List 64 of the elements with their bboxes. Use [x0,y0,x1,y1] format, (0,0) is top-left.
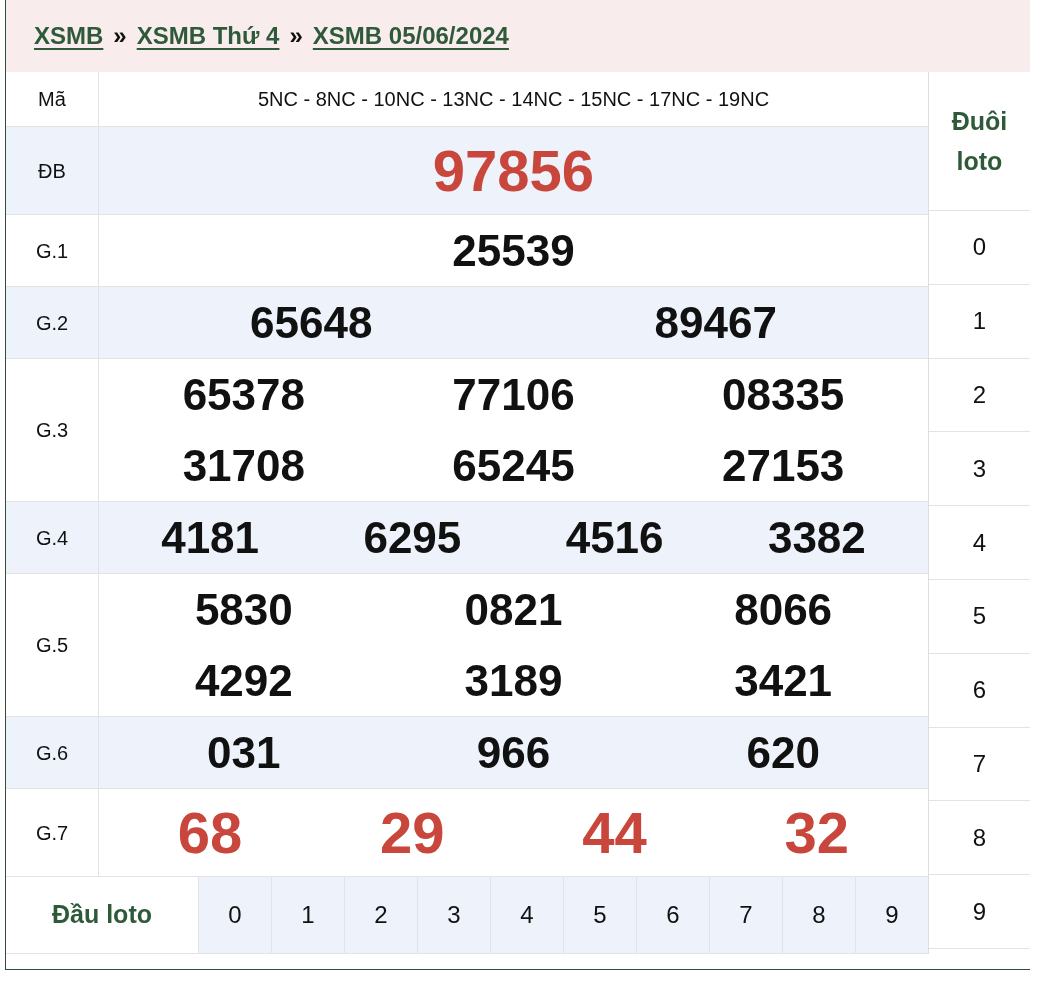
head-digit: 2 [344,877,417,953]
tail-digit: 8 [972,822,987,853]
prize-label: G.2 [6,287,99,358]
code-value: 5NC - 8NC - 10NC - 13NC - 14NC - 15NC - 17NC - 19NC [256,87,771,112]
prize-label: G.1 [6,215,99,286]
prize-number: 89467 [654,297,777,349]
prize-number: 65245 [452,440,575,492]
prize-label: G.6 [6,717,99,788]
tail-digit: 4 [972,527,987,558]
prize-number: 65648 [250,297,373,349]
head-digit: 5 [563,877,636,953]
head-digit: 3 [417,877,490,953]
breadcrumb-separator: » [289,21,303,51]
prize-label: ĐB [6,127,99,214]
prize-label: G.5 [6,574,99,716]
breadcrumb-separator: » [113,21,127,51]
prize-number: 25539 [452,225,575,277]
head-digit: 8 [782,877,855,953]
breadcrumb-link[interactable]: XSMB 05/06/2024 [312,18,509,54]
prize-number: 031 [207,727,281,779]
prize-number: 32 [784,799,850,867]
prize-number: 3421 [734,655,833,707]
prize-number: 31708 [182,440,305,492]
head-digit: 4 [490,877,563,953]
breadcrumb-link[interactable]: XSMB Thứ 4 [136,18,280,54]
head-digit: 1 [271,877,344,953]
head-digit: 7 [709,877,782,953]
prize-number: 08335 [721,369,845,421]
prize-label: G.3 [6,359,99,501]
tail-digit: 2 [972,380,987,410]
prize-number: 4181 [161,512,260,564]
prize-number: 65378 [182,369,305,421]
tail-digit: 9 [972,896,987,927]
prize-label: G.4 [6,502,99,573]
tail-digit: 7 [972,748,987,779]
prize-number: 27153 [721,440,845,492]
prize-number: 620 [746,727,820,779]
prize-number: 6295 [363,512,462,564]
prize-number: 68 [177,799,243,867]
prize-number: 4516 [565,512,664,564]
tail-digit: 3 [972,453,987,484]
prize-number: 77106 [452,369,575,421]
tail-digit: 6 [972,675,987,706]
breadcrumb-link[interactable]: XSMB [34,18,104,54]
prize-number: 29 [380,799,445,867]
prize-number: 4292 [194,655,293,707]
head-loto-label: Đầu loto [51,899,153,931]
prize-number: 44 [582,799,647,867]
tail-loto-label: Đuôi loto [950,106,1009,177]
code-label: Mã [6,72,99,126]
prize-number: 3189 [464,655,563,707]
tail-digit: 1 [972,306,987,337]
head-digit: 6 [636,877,709,953]
prize-number: 5830 [194,584,293,636]
prize-number: 0821 [464,584,563,636]
head-digit: 0 [198,877,271,953]
prize-number: 97856 [432,137,595,205]
tail-digit: 0 [972,232,987,263]
head-digit: 9 [855,877,928,953]
prize-label: G.7 [6,789,99,876]
prize-number: 3382 [767,512,866,564]
prize-number: 8066 [734,584,833,636]
prize-number: 966 [476,727,551,779]
tail-digit: 5 [972,601,987,632]
